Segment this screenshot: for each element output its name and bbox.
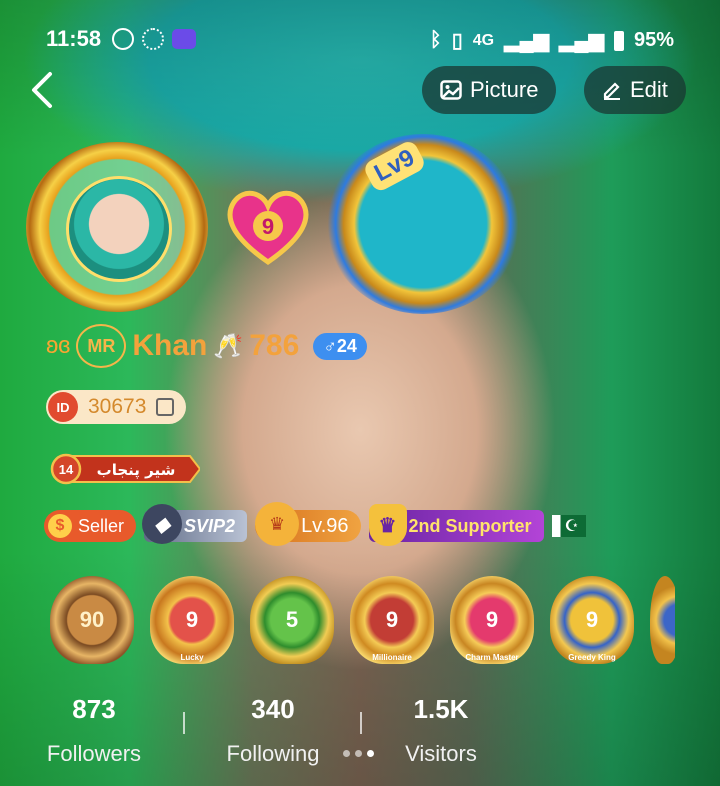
- settings-gear-icon: [142, 28, 164, 50]
- bluetooth-icon: ᛒ: [429, 29, 442, 51]
- supporter-badge[interactable]: ♛ 2nd Supporter: [368, 504, 544, 546]
- copy-icon[interactable]: [156, 398, 175, 416]
- heart-level-value: 9: [262, 214, 274, 239]
- picture-button[interactable]: Picture: [422, 66, 557, 114]
- visitors-label: Visitors: [405, 741, 477, 766]
- avatar[interactable]: [66, 176, 172, 282]
- gender-age-badge: ♂24: [313, 332, 367, 360]
- eagle-icon: ◆: [142, 504, 183, 544]
- user-level-badge[interactable]: ♛ Lv.96: [255, 502, 361, 546]
- charm-master-medal-badge[interactable]: 9 Charm Master: [450, 576, 534, 664]
- edit-button[interactable]: Edit: [584, 66, 686, 114]
- network-type: 4G: [472, 31, 495, 49]
- battery-icon: [613, 30, 624, 51]
- following-count: 340: [251, 694, 295, 724]
- butterfly-icon: ʚɞ: [46, 332, 71, 359]
- dollar-icon: $: [48, 514, 72, 538]
- medal-value: 90: [79, 607, 105, 632]
- visitors-count: 1.5K: [413, 694, 469, 724]
- badges-row: $ Seller ◆ SVIP2 ♛ Lv.96 ♛ 2nd Supporter…: [44, 502, 586, 546]
- signal-icon-2: ▂▄▆: [559, 30, 604, 52]
- family-name: شیر پنجاب: [97, 461, 176, 480]
- medal-caption: Lucky: [180, 653, 204, 662]
- followers-stat[interactable]: 873 Followers: [4, 694, 184, 767]
- id-icon: ID: [48, 392, 78, 422]
- following-stat[interactable]: 340 Following: [183, 694, 363, 767]
- visitors-stat[interactable]: 1.5K Visitors: [351, 694, 531, 767]
- medal-caption: Charm Master: [465, 653, 519, 662]
- seller-badge[interactable]: $ Seller: [44, 510, 137, 542]
- medal-badge[interactable]: 5: [250, 576, 334, 664]
- medals-row: 90 9 Lucky 5 9 Millionaire 9 Charm Master 9…: [50, 576, 675, 664]
- image-icon: [440, 80, 462, 100]
- edit-label: Edit: [630, 77, 668, 102]
- picture-label: Picture: [470, 77, 539, 102]
- status-time: 11:58: [46, 26, 102, 51]
- lucky-medal-badge[interactable]: 9 Lucky: [150, 576, 234, 664]
- medal-value: 9: [485, 607, 499, 632]
- stats-bar: 873 Followers 340 Following 1.5K Visitor…: [0, 694, 720, 774]
- heart-level-badge: 9: [227, 190, 309, 266]
- medal-value: 9: [385, 607, 399, 632]
- status-notification-icons: [112, 28, 196, 50]
- page-indicator-dots: [343, 750, 374, 757]
- shield-icon: ♛: [368, 504, 407, 546]
- signal-icon: ▂▄▆: [504, 30, 550, 52]
- medal-caption: Greedy King: [568, 653, 616, 662]
- medal-value: 9: [585, 607, 599, 632]
- user-name-number: 786: [249, 329, 300, 362]
- medal-caption: Millionaire: [372, 653, 412, 662]
- user-level-label: Lv.96: [301, 514, 349, 537]
- family-level: 14: [59, 462, 74, 477]
- back-arrow-icon[interactable]: [28, 70, 58, 110]
- app-notification-icon: [172, 29, 196, 49]
- medal-badge-partial[interactable]: [650, 576, 675, 664]
- followers-count: 873: [72, 694, 116, 724]
- user-name: Khan: [132, 329, 208, 362]
- pencil-icon: [603, 82, 620, 100]
- seller-label: Seller: [78, 515, 125, 536]
- following-label: Following: [226, 741, 320, 766]
- name-row: ʚɞ MR Khan 🥂 786 ♂24: [46, 324, 367, 368]
- pakistan-flag-icon: ☪: [551, 515, 586, 537]
- status-system-icons: ᛒ ▯ 4G ▂▄▆ ▂▄▆ 95%: [430, 28, 674, 53]
- name-logo: MR: [76, 324, 127, 368]
- status-bar: 11:58 ᛒ ▯ 4G ▂▄▆ ▂▄▆ 95%: [0, 26, 720, 56]
- battery-percent: 95%: [633, 29, 674, 51]
- svip-label: SVIP2: [184, 515, 236, 536]
- vibrate-icon: ▯: [451, 30, 463, 52]
- user-id-pill[interactable]: ID 30673: [46, 390, 187, 424]
- medal-value: 5: [285, 607, 299, 632]
- medal-badge[interactable]: 90: [50, 576, 134, 664]
- cheers-icon: 🥂: [213, 332, 244, 360]
- millionaire-medal-badge[interactable]: 9 Millionaire: [350, 576, 434, 664]
- medal-value: 9: [185, 607, 199, 632]
- user-id: 30673: [88, 395, 147, 418]
- followers-label: Followers: [46, 741, 142, 766]
- family-banner[interactable]: 14 شیر پنجاب: [50, 452, 200, 486]
- whatsapp-icon: [112, 28, 134, 50]
- crown-icon: ♛: [255, 502, 300, 546]
- svip-badge[interactable]: ◆ SVIP2: [142, 504, 248, 544]
- greedy-king-medal-badge[interactable]: 9 Greedy King: [550, 576, 634, 664]
- supporter-label: 2nd Supporter: [408, 515, 532, 536]
